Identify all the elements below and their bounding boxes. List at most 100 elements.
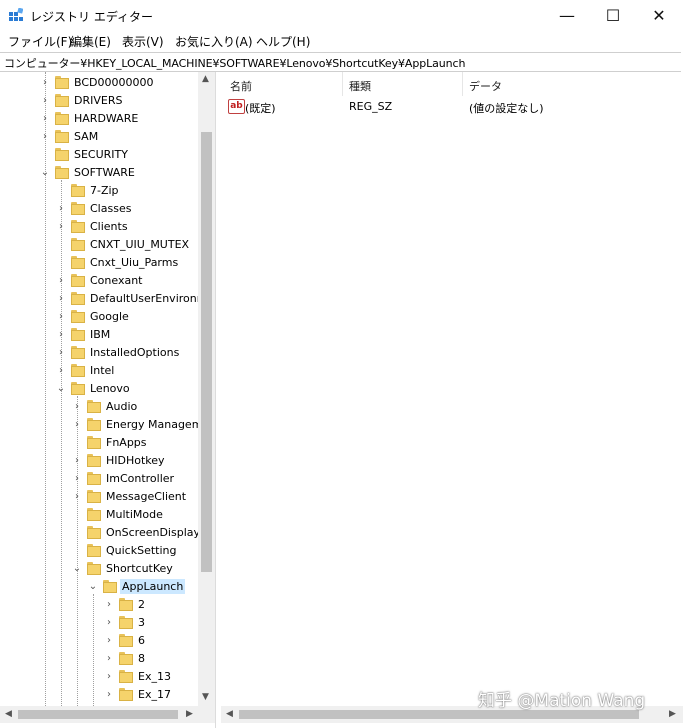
tree-item-label[interactable]: DefaultUserEnvironn [88,291,206,306]
tree-item[interactable]: MultiMode [0,506,200,524]
tree-item-label[interactable]: Intel [88,363,116,378]
tree-item[interactable]: Cnxt_Uiu_Parms [0,254,200,272]
expand-toggle-icon[interactable]: ⌄ [88,581,98,593]
tree-item-label[interactable]: HIDHotkey [104,453,167,468]
expand-toggle-icon[interactable]: › [56,347,66,359]
expand-toggle-icon[interactable]: ⌄ [56,383,66,395]
tree-item-label[interactable]: Clients [88,219,130,234]
tree-horizontal-scroll-thumb[interactable] [18,710,178,719]
tree-item-label[interactable]: InstalledOptions [88,345,181,360]
tree-item-label[interactable]: ShortcutKey [104,561,175,576]
tree-item[interactable]: › 2 [0,596,200,614]
tree-item-label[interactable]: SOFTWARE [72,165,137,180]
tree-item[interactable]: ⌄ SOFTWARE [0,164,200,182]
expand-toggle-icon[interactable]: › [72,455,82,467]
address-path[interactable]: コンピューター¥HKEY_LOCAL_MACHINE¥SOFTWARE¥Leno… [4,55,465,71]
scroll-right-arrow-icon[interactable]: ▶ [669,709,676,719]
scroll-up-arrow-icon[interactable]: ▲ [202,74,209,84]
expand-toggle-icon[interactable]: › [56,275,66,287]
close-button[interactable]: ✕ [636,0,682,31]
tree-item[interactable]: › SAM [0,128,200,146]
expand-toggle-icon[interactable]: › [104,653,114,665]
tree-item[interactable]: › Google [0,308,200,326]
expand-toggle-icon[interactable]: › [104,617,114,629]
scroll-left-arrow-icon[interactable]: ◀ [226,709,233,719]
menu-view[interactable]: 表示(V) [122,33,164,50]
tree-item-label[interactable]: 7-Zip [88,183,121,198]
expand-toggle-icon[interactable]: › [104,599,114,611]
expand-toggle-icon[interactable]: › [56,221,66,233]
expand-toggle-icon[interactable]: › [56,329,66,341]
tree-item[interactable]: FnApps [0,434,200,452]
tree-item[interactable]: › Audio [0,398,200,416]
tree-item[interactable]: › Clients [0,218,200,236]
maximize-button[interactable]: ☐ [590,0,636,31]
tree-item[interactable]: SECURITY [0,146,200,164]
tree-item[interactable]: ⌄ ShortcutKey [0,560,200,578]
tree-item-label[interactable]: FnApps [104,435,149,450]
tree-item[interactable]: › DRIVERS [0,92,200,110]
tree-item[interactable]: › 6 [0,632,200,650]
tree-item[interactable]: › Intel [0,362,200,380]
tree-item[interactable]: ⌄ AppLaunch [0,578,200,596]
tree-item[interactable]: › BCD00000000 [0,74,200,92]
tree-item-label[interactable]: SAM [72,129,100,144]
tree-item-label[interactable]: MessageClient [104,489,188,504]
tree-item[interactable]: QuickSetting [0,542,200,560]
tree-item-label[interactable]: HARDWARE [72,111,140,126]
list-horizontal-scroll-thumb[interactable] [239,710,639,719]
tree-vertical-scroll-thumb[interactable] [201,132,212,572]
tree-item-label[interactable]: Google [88,309,131,324]
value-name[interactable]: (既定) [245,100,276,116]
tree-item-label[interactable]: Audio [104,399,139,414]
tree-item-label[interactable]: SECURITY [72,147,130,162]
expand-toggle-icon[interactable]: › [72,401,82,413]
tree-item-label[interactable]: Ex_13 [136,669,173,684]
column-header-data[interactable]: データ [469,78,502,94]
expand-toggle-icon[interactable]: ⌄ [40,167,50,179]
address-bar[interactable]: コンピューター¥HKEY_LOCAL_MACHINE¥SOFTWARE¥Leno… [0,52,681,72]
tree-item-label[interactable]: CNXT_UIU_MUTEX [88,237,191,252]
tree-item[interactable]: › 3 [0,614,200,632]
menu-file[interactable]: ファイル(F) [8,33,72,50]
tree-item[interactable]: › MessageClient [0,488,200,506]
expand-toggle-icon[interactable]: › [56,203,66,215]
tree-item-label[interactable]: 8 [136,651,147,666]
column-divider[interactable] [342,72,343,96]
tree-item[interactable]: › Classes [0,200,200,218]
tree-item-label[interactable]: OnScreenDisplay [104,525,202,540]
menu-help[interactable]: ヘルプ(H) [256,33,310,50]
tree-item[interactable]: › Conexant [0,272,200,290]
tree-item-label[interactable]: 6 [136,633,147,648]
tree-item[interactable]: › ImController [0,470,200,488]
expand-toggle-icon[interactable]: › [40,95,50,107]
tree-item-label[interactable]: ImController [104,471,176,486]
column-header-name[interactable]: 名前 [230,78,252,94]
tree-item[interactable]: › Ex_17 [0,686,200,704]
expand-toggle-icon[interactable]: › [40,113,50,125]
tree-item[interactable]: ⌄ Lenovo [0,380,200,398]
tree-item[interactable]: › HARDWARE [0,110,200,128]
tree-item[interactable]: › IBM [0,326,200,344]
menu-favorites[interactable]: お気に入り(A) [175,33,253,50]
scroll-down-arrow-icon[interactable]: ▼ [202,692,209,702]
tree-item[interactable]: › 8 [0,650,200,668]
tree-item-label[interactable]: Energy Managem [104,417,204,432]
tree-item-label[interactable]: DRIVERS [72,93,124,108]
tree-item[interactable]: › Energy Managem [0,416,202,434]
tree-item-label[interactable]: MultiMode [104,507,165,522]
tree-item[interactable]: › Ex_13 [0,668,200,686]
tree-item-label[interactable]: QuickSetting [104,543,179,558]
tree-item[interactable]: CNXT_UIU_MUTEX [0,236,200,254]
tree-item-label[interactable]: Ex_17 [136,687,173,702]
expand-toggle-icon[interactable]: › [104,689,114,701]
expand-toggle-icon[interactable]: › [56,293,66,305]
tree-item[interactable]: OnScreenDisplay [0,524,200,542]
tree-item-label[interactable]: Classes [88,201,133,216]
tree-item[interactable]: › DefaultUserEnvironn [0,290,204,308]
expand-toggle-icon[interactable]: › [72,473,82,485]
tree-item-label[interactable]: BCD00000000 [72,75,156,90]
expand-toggle-icon[interactable]: › [56,311,66,323]
expand-toggle-icon[interactable]: › [40,77,50,89]
minimize-button[interactable]: — [544,0,590,31]
